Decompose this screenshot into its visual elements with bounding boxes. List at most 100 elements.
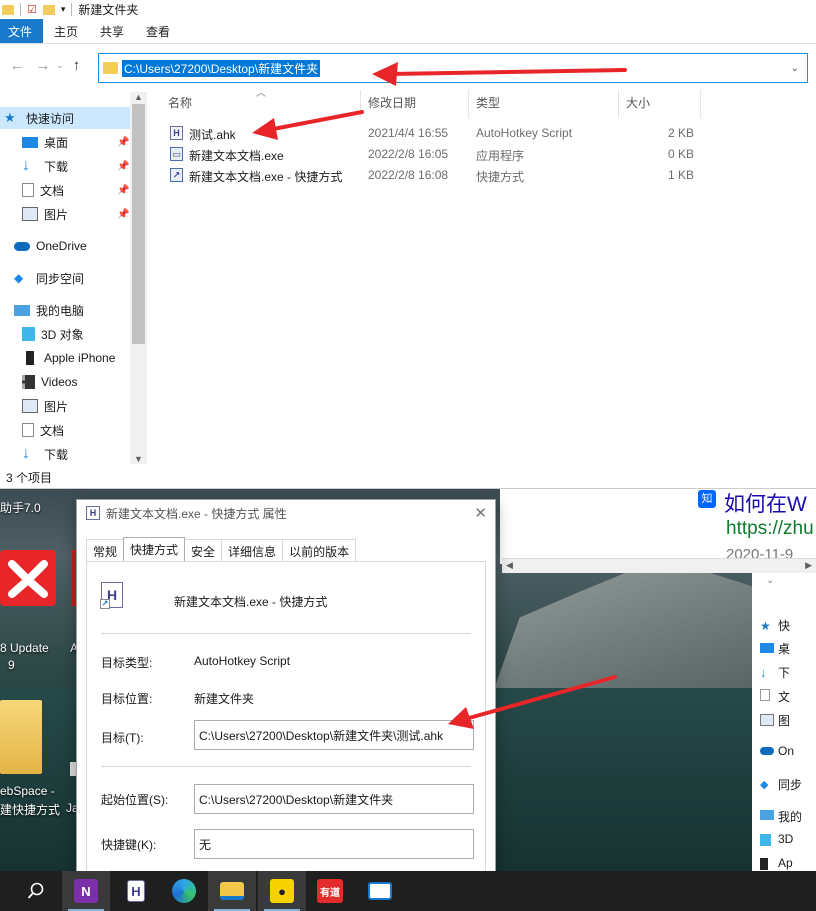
divider	[20, 3, 21, 16]
folder-icon[interactable]	[2, 4, 14, 15]
right-sidebar-item[interactable]: On	[778, 744, 794, 758]
sidebar-item-downloads[interactable]: ↓ 下载 📌	[22, 155, 129, 177]
right-sidebar-item[interactable]: 快	[778, 617, 790, 634]
horizontal-scrollbar[interactable]: ◀ ▶	[502, 558, 816, 573]
sidebar-item-documents-pc[interactable]: 文档	[22, 419, 64, 441]
search-result-url[interactable]: https://zhu	[726, 518, 814, 540]
right-sidebar-item[interactable]: 桌	[778, 640, 790, 657]
tab-view[interactable]: 查看	[135, 19, 181, 43]
search-result-title[interactable]: 如何在W	[724, 488, 807, 518]
ahk-file-icon: H	[86, 506, 100, 520]
pin-icon[interactable]: 📌	[117, 161, 129, 172]
xmind-icon[interactable]	[0, 550, 56, 606]
column-divider[interactable]	[700, 90, 701, 118]
pin-icon[interactable]: 📌	[117, 185, 129, 196]
taskbar-edge[interactable]	[160, 871, 208, 911]
close-icon[interactable]: ✕	[474, 504, 487, 522]
taskbar-file-explorer[interactable]	[208, 871, 256, 911]
scroll-up-icon[interactable]: ▲	[130, 92, 147, 102]
sidebar-item-onedrive[interactable]: OneDrive	[14, 235, 87, 257]
right-sidebar-item[interactable]: 同步	[778, 776, 802, 793]
right-sidebar-item[interactable]: Ap	[778, 856, 793, 870]
sidebar-item-quick-access[interactable]: ★ 快速访问	[0, 107, 130, 129]
right-sidebar-item[interactable]: 下	[778, 664, 790, 681]
column-header-name[interactable]: 名称	[168, 94, 192, 111]
exe-file-icon: ▭	[170, 147, 183, 161]
file-row[interactable]: ↗ 新建文本文档.exe - 快捷方式 2022/2/8 16:08 快捷方式 …	[160, 165, 720, 186]
document-icon	[760, 689, 770, 701]
sidebar-item-pictures-pc[interactable]: 图片	[22, 395, 68, 417]
pin-icon[interactable]: 📌	[117, 209, 129, 220]
scrollbar-thumb[interactable]	[132, 104, 145, 344]
column-divider[interactable]	[468, 90, 469, 118]
properties-icon[interactable]: ☑	[27, 3, 37, 16]
right-sidebar-item[interactable]: 我的	[778, 808, 802, 825]
sidebar-item-videos[interactable]: Videos	[22, 371, 77, 393]
column-header-type[interactable]: 类型	[476, 94, 500, 111]
right-sidebar-item[interactable]: 图	[778, 712, 790, 729]
up-icon[interactable]: ↑	[64, 57, 90, 74]
sidebar-item-documents[interactable]: 文档 📌	[22, 179, 129, 201]
scroll-right-icon[interactable]: ▶	[805, 560, 812, 571]
address-path[interactable]: C:\Users\27200\Desktop\新建文件夹	[122, 59, 321, 77]
right-sidebar-item[interactable]: 3D	[778, 832, 793, 846]
tab-security[interactable]: 安全	[184, 539, 223, 561]
file-name[interactable]: 新建文本文档.exe - 快捷方式	[189, 168, 342, 185]
right-sidebar-item[interactable]: 文	[778, 688, 790, 705]
target-field[interactable]: C:\Users\27200\Desktop\新建文件夹\测试.ahk	[194, 720, 474, 750]
hotkey-field[interactable]: 无	[194, 829, 474, 859]
scroll-down-icon[interactable]: ▼	[130, 454, 147, 464]
column-divider[interactable]	[360, 90, 361, 118]
start-in-field[interactable]: C:\Users\27200\Desktop\新建文件夹	[194, 784, 474, 814]
tab-details[interactable]: 详细信息	[221, 539, 284, 561]
column-header-size[interactable]: 大小	[626, 94, 650, 111]
taskbar-app-blue[interactable]	[356, 871, 404, 911]
taskbar-onenote[interactable]: N	[62, 871, 110, 911]
sidebar-item-pictures[interactable]: 图片 📌	[22, 203, 129, 225]
sidebar-item-downloads-pc[interactable]: ↓ 下载	[22, 443, 68, 465]
tab-file[interactable]: 文件	[0, 19, 44, 43]
chevron-down-icon[interactable]: ▾	[61, 4, 66, 15]
sidebar-item-3d-objects[interactable]: 3D 对象	[22, 323, 84, 345]
sidebar-item-label: 文档	[40, 183, 65, 198]
file-row[interactable]: ▭ 新建文本文档.exe 2022/2/8 16:05 应用程序 0 KB	[160, 144, 720, 165]
sidebar-item-sync[interactable]: ◆ 同步空间	[14, 267, 84, 289]
sidebar-scrollbar[interactable]: ▲ ▼	[130, 92, 147, 464]
forward-icon[interactable]: →	[30, 57, 56, 74]
tab-share[interactable]: 共享	[89, 19, 135, 43]
folder-icon[interactable]	[0, 700, 42, 774]
download-icon: ↓	[760, 665, 767, 680]
zhihu-icon: 知	[698, 490, 716, 508]
taskbar-youdao[interactable]: 有道	[306, 871, 354, 911]
column-divider[interactable]	[618, 90, 619, 118]
collapse-icon[interactable]: ⌄	[766, 575, 774, 586]
pin-icon[interactable]: 📌	[117, 137, 129, 148]
sidebar-item-iphone[interactable]: Apple iPhone	[22, 347, 115, 369]
tab-general[interactable]: 常规	[86, 539, 125, 561]
desktop-label-update[interactable]: 8 Update	[0, 641, 49, 655]
file-row[interactable]: H 测试.ahk 2021/4/4 16:55 AutoHotkey Scrip…	[160, 123, 720, 144]
desktop-label-webspace[interactable]: ebSpace -	[0, 784, 55, 798]
tab-shortcut[interactable]: 快捷方式	[123, 537, 186, 561]
taskbar-autohotkey[interactable]: H	[112, 871, 160, 911]
scroll-left-icon[interactable]: ◀	[506, 560, 513, 571]
taskbar-search[interactable]	[12, 871, 60, 911]
chevron-down-icon[interactable]: ⌄	[791, 63, 799, 74]
shortcut-file-icon: H ↗	[100, 582, 123, 609]
sidebar-item-desktop[interactable]: 桌面 📌	[22, 131, 129, 153]
back-icon[interactable]: ←	[4, 57, 30, 74]
sidebar-item-this-pc[interactable]: 我的电脑	[14, 299, 84, 321]
ahk-file-icon: H	[170, 126, 183, 140]
file-name[interactable]: 新建文本文档.exe	[189, 147, 284, 164]
column-header-date[interactable]: 修改日期	[368, 94, 416, 111]
desktop-label-shortcut: 建快捷方式	[0, 803, 61, 817]
tab-home[interactable]: 主页	[43, 19, 89, 43]
address-bar[interactable]: C:\Users\27200\Desktop\新建文件夹 ⌄	[98, 53, 808, 83]
browser-window: 知 如何在W https://zhu 2020-11-9	[500, 488, 816, 564]
file-name[interactable]: 测试.ahk	[189, 126, 236, 143]
desktop-label-assistant[interactable]: 助手7.0	[0, 499, 41, 516]
taskbar-app-yellow[interactable]: ●	[258, 871, 306, 911]
new-folder-icon[interactable]	[42, 4, 55, 15]
tab-previous-versions[interactable]: 以前的版本	[282, 539, 357, 561]
recent-chevron-icon[interactable]: ⌄	[56, 60, 64, 71]
